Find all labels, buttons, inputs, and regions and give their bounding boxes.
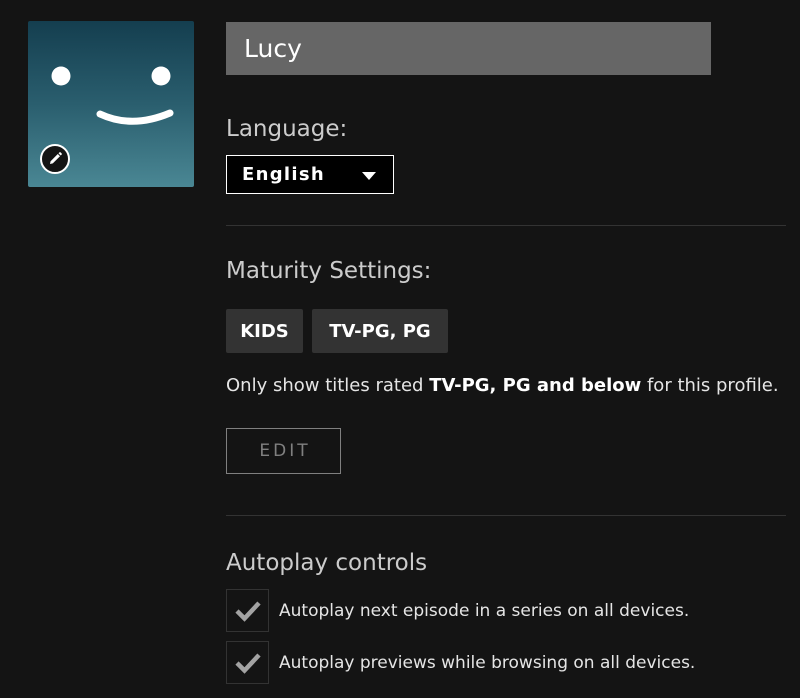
- divider: [226, 515, 786, 516]
- divider: [226, 225, 786, 226]
- autoplay-previews-checkbox[interactable]: [226, 641, 269, 684]
- maturity-badge-kids: KIDS: [226, 309, 303, 353]
- edit-maturity-button[interactable]: EDIT: [226, 428, 341, 474]
- checkmark-icon: [234, 600, 261, 622]
- language-dropdown[interactable]: English: [226, 155, 394, 194]
- autoplay-next-episode-option[interactable]: Autoplay next episode in a series on all…: [226, 589, 689, 632]
- maturity-badge-rating: TV-PG, PG: [312, 309, 448, 353]
- language-label: Language:: [226, 116, 348, 142]
- language-selected-value: English: [242, 164, 325, 185]
- profile-name-input[interactable]: [226, 22, 711, 75]
- maturity-description: Only show titles rated TV-PG, PG and bel…: [226, 375, 779, 396]
- caret-down-icon: [362, 172, 376, 180]
- pencil-icon: [50, 152, 62, 164]
- maturity-desc-suffix: for this profile.: [641, 375, 779, 396]
- autoplay-next-episode-label: Autoplay next episode in a series on all…: [279, 600, 690, 621]
- autoplay-controls-label: Autoplay controls: [226, 550, 428, 576]
- maturity-desc-rating: TV-PG, PG and below: [429, 375, 642, 396]
- autoplay-previews-label: Autoplay previews while browsing on all …: [279, 652, 696, 673]
- maturity-desc-prefix: Only show titles rated: [226, 375, 430, 396]
- maturity-settings-label: Maturity Settings:: [226, 258, 432, 284]
- autoplay-next-episode-checkbox[interactable]: [226, 589, 269, 632]
- checkmark-icon: [234, 652, 261, 674]
- profile-avatar[interactable]: [28, 21, 194, 187]
- autoplay-previews-option[interactable]: Autoplay previews while browsing on all …: [226, 641, 695, 684]
- edit-avatar-button[interactable]: [40, 144, 70, 174]
- profile-settings-page: Language: English Maturity Settings: KID…: [0, 0, 800, 698]
